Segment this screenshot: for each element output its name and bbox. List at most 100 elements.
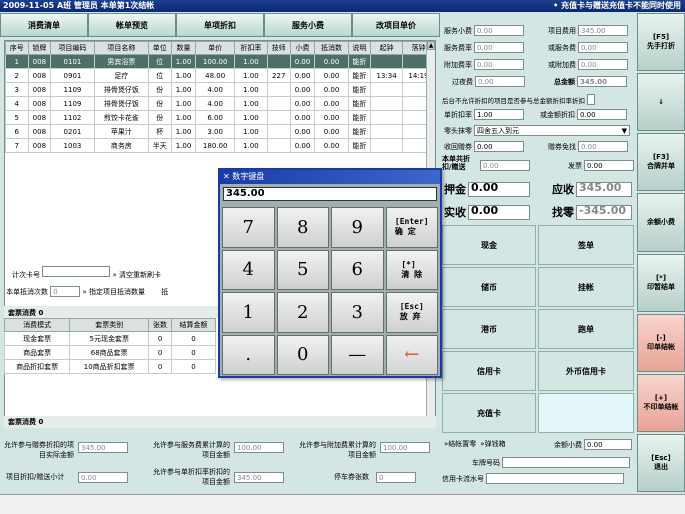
keypad-key[interactable]: 4 bbox=[222, 249, 275, 290]
or-svc-input[interactable]: 0.00 bbox=[578, 42, 628, 53]
discount-note-checkbox[interactable] bbox=[587, 94, 595, 105]
grid-header[interactable]: 项目编码 bbox=[50, 41, 95, 55]
scroll-up-icon[interactable]: ▲ bbox=[427, 41, 435, 50]
keypad-key[interactable]: 7 bbox=[222, 207, 275, 248]
table-row[interactable]: 1 008 0101 男宾浴票位 1.00 100.00 1.00 0.00 0.00 能折 bbox=[5, 54, 435, 69]
close-icon[interactable]: ✕ bbox=[223, 172, 230, 181]
keypad-key[interactable]: 2 bbox=[276, 292, 329, 333]
balance-tip-button[interactable]: 余额小费 bbox=[637, 193, 685, 252]
timecard-input[interactable] bbox=[42, 266, 111, 277]
table-row[interactable]: 7 008 1003 商务房 半天 1.00 180.00 1.00 0.00 0.00 能折 bbox=[5, 138, 435, 153]
change-price-button[interactable]: 改项目单价 bbox=[352, 13, 440, 37]
item-discount-button[interactable]: 单项折扣 bbox=[176, 13, 264, 37]
deposit-input[interactable]: 0.00 bbox=[468, 181, 530, 197]
coupon-row[interactable]: 现金套票 5元现金套票 0 0 bbox=[3, 331, 217, 346]
coupon-row[interactable]: 商品套票 68商品套票 0 0 bbox=[3, 345, 217, 360]
pay-rechargecard-button[interactable]: 充值卡 bbox=[442, 393, 536, 433]
invoice-input[interactable]: 0.00 bbox=[584, 160, 634, 171]
pay-runaway-button[interactable]: 跑单 bbox=[538, 309, 634, 349]
print-settle-button[interactable]: [-] 印单结帐 bbox=[637, 313, 685, 372]
grid-header[interactable]: 单价 bbox=[195, 41, 235, 55]
receipt-input[interactable]: 0.00 bbox=[474, 141, 524, 152]
numeric-keypad-dialog: ✕ 数字键盘 345.00 7 8 9 [Enter] 确 定 4 5 6 [*] 清 除 12… bbox=[218, 168, 442, 378]
pay-hkd-button[interactable]: 港币 bbox=[442, 309, 536, 349]
room-fee-input[interactable]: 0.00 bbox=[475, 76, 525, 87]
clear-card-link[interactable]: 清空重新刷卡 bbox=[119, 271, 161, 279]
pay-token-button[interactable]: 储币 bbox=[442, 267, 536, 307]
ccno-input[interactable] bbox=[486, 473, 624, 484]
keypad-key[interactable]: 3 bbox=[331, 292, 384, 333]
keypad-key[interactable]: 0 bbox=[276, 334, 329, 375]
keypad-key[interactable]: — bbox=[331, 334, 384, 375]
round-select[interactable]: 四舍五入到元 ▼ bbox=[474, 125, 630, 136]
svc-fee-input[interactable]: 0.00 bbox=[474, 25, 524, 36]
grid-header[interactable]: 锁牌 bbox=[27, 41, 52, 55]
keypad-key[interactable]: ← bbox=[385, 334, 438, 375]
f3-merge-button[interactable]: [F3] 合牌并单 bbox=[637, 133, 685, 192]
table-row[interactable]: 5 008 1102 煎饺卡花雀份 1.00 6.00 1.00 0.00 0.00 能折 bbox=[5, 110, 435, 125]
grid-header[interactable]: 单位 bbox=[147, 41, 172, 55]
coupon-row[interactable]: 商品折扣套票 10商品折扣套票 0 0 bbox=[3, 359, 217, 374]
table-row[interactable]: 2 008 0901 足疗位 1.00 48.00 1.00 227 0.00 0.00 能折 13:… bbox=[5, 68, 435, 83]
keypad-key[interactable]: 6 bbox=[331, 249, 384, 290]
parking-field[interactable]: 0 bbox=[376, 472, 416, 483]
print-temp-button[interactable]: [*] 印暂结单 bbox=[637, 253, 685, 312]
offset-input[interactable]: 0 bbox=[50, 286, 81, 297]
consume-list-button[interactable]: 消费清单 bbox=[0, 13, 88, 37]
table-row[interactable]: 4 008 1109 排骨煲仔饭份 1.00 4.00 1.00 0.00 0.00 能折 bbox=[5, 96, 435, 111]
actual-amount-field: 345.00 bbox=[78, 442, 128, 453]
arrow-icon: » bbox=[82, 288, 87, 296]
grid-header[interactable]: 起钟 bbox=[370, 41, 403, 55]
f5-discount-button[interactable]: [F5] 先手打折 bbox=[637, 13, 685, 72]
coupon-cell: 0 bbox=[148, 345, 172, 360]
keypad-display[interactable]: 345.00 bbox=[223, 187, 437, 201]
table-cell: 1.00 bbox=[170, 54, 197, 69]
add-rate-input[interactable]: 0.00 bbox=[474, 59, 524, 70]
grid-header[interactable]: 小费 bbox=[289, 41, 316, 55]
table-row[interactable]: 6 008 0201 苹果汁杯 1.00 3.00 1.00 0.00 0.00 能折 bbox=[5, 124, 435, 139]
keypad-key[interactable]: . bbox=[222, 334, 275, 375]
cash-drawer-button[interactable]: 弹钱箱 bbox=[485, 439, 506, 449]
keypad-key[interactable]: 1 bbox=[222, 292, 275, 333]
grid-header[interactable]: 抵消数 bbox=[314, 41, 349, 55]
designate-link[interactable]: 指定项目抵消数量 bbox=[89, 288, 145, 296]
table-cell bbox=[266, 110, 291, 125]
pay-foreign-card-button[interactable]: 外币信用卡 bbox=[538, 351, 634, 391]
offset-label: 本单抵消次数 bbox=[6, 288, 48, 296]
paid-input[interactable]: 0.00 bbox=[468, 204, 530, 220]
grid-header[interactable]: 数量 bbox=[170, 41, 197, 55]
keypad-key[interactable]: [Esc] 放 弃 bbox=[385, 292, 438, 333]
svc-rate-input[interactable]: 0.00 bbox=[474, 42, 524, 53]
or-disc-input[interactable]: 0.00 bbox=[577, 109, 627, 120]
or-add-input[interactable]: 0.00 bbox=[578, 59, 628, 70]
keypad-key[interactable]: [Enter] 确 定 bbox=[385, 207, 438, 248]
grid-header[interactable]: 项目名称 bbox=[93, 41, 149, 55]
keypad-key[interactable]: 5 bbox=[276, 249, 329, 290]
disc-rate-input[interactable]: 1.00 bbox=[474, 109, 524, 120]
esc-exit-button[interactable]: [Esc] 退出 bbox=[637, 433, 685, 492]
grid-header[interactable]: 折扣率 bbox=[233, 41, 268, 55]
bill-zero-button[interactable]: 结帐置零 bbox=[448, 439, 476, 449]
table-cell: 1102 bbox=[50, 110, 95, 125]
free-input[interactable]: 0.00 bbox=[578, 141, 628, 152]
table-row[interactable]: 3 008 1109 排骨煲仔饭份 1.00 4.00 1.00 0.00 0.00 能折 bbox=[5, 82, 435, 97]
bill-preview-button[interactable]: 帐单预览 bbox=[88, 13, 176, 37]
table-cell: 能折 bbox=[347, 110, 372, 125]
service-tip-button[interactable]: 服务小费 bbox=[264, 13, 352, 37]
pay-account-button[interactable]: 挂帐 bbox=[538, 267, 634, 307]
grid-header[interactable]: 技师 bbox=[266, 41, 291, 55]
keypad-key[interactable]: 9 bbox=[331, 207, 384, 248]
keypad-key[interactable]: 8 bbox=[276, 207, 329, 248]
pay-cash-button[interactable]: 现金 bbox=[442, 225, 536, 265]
pay-sign-button[interactable]: 签单 bbox=[538, 225, 634, 265]
table-cell: 6 bbox=[5, 124, 29, 139]
settle-noprint-button[interactable]: [+] 不印单结帐 bbox=[637, 373, 685, 432]
tip-input[interactable]: 0.00 bbox=[584, 439, 632, 450]
arrow-down-button[interactable]: ↓ bbox=[637, 73, 685, 132]
keypad-key[interactable]: [*] 清 除 bbox=[385, 249, 438, 290]
carno-input[interactable] bbox=[502, 457, 630, 468]
grid-header[interactable]: 序号 bbox=[5, 41, 29, 55]
grid-header[interactable]: 说明 bbox=[347, 41, 372, 55]
pay-creditcard-button[interactable]: 信用卡 bbox=[442, 351, 536, 391]
title-text: 2009-11-05 A班 管理员 本单第1次结帐 bbox=[3, 1, 155, 10]
